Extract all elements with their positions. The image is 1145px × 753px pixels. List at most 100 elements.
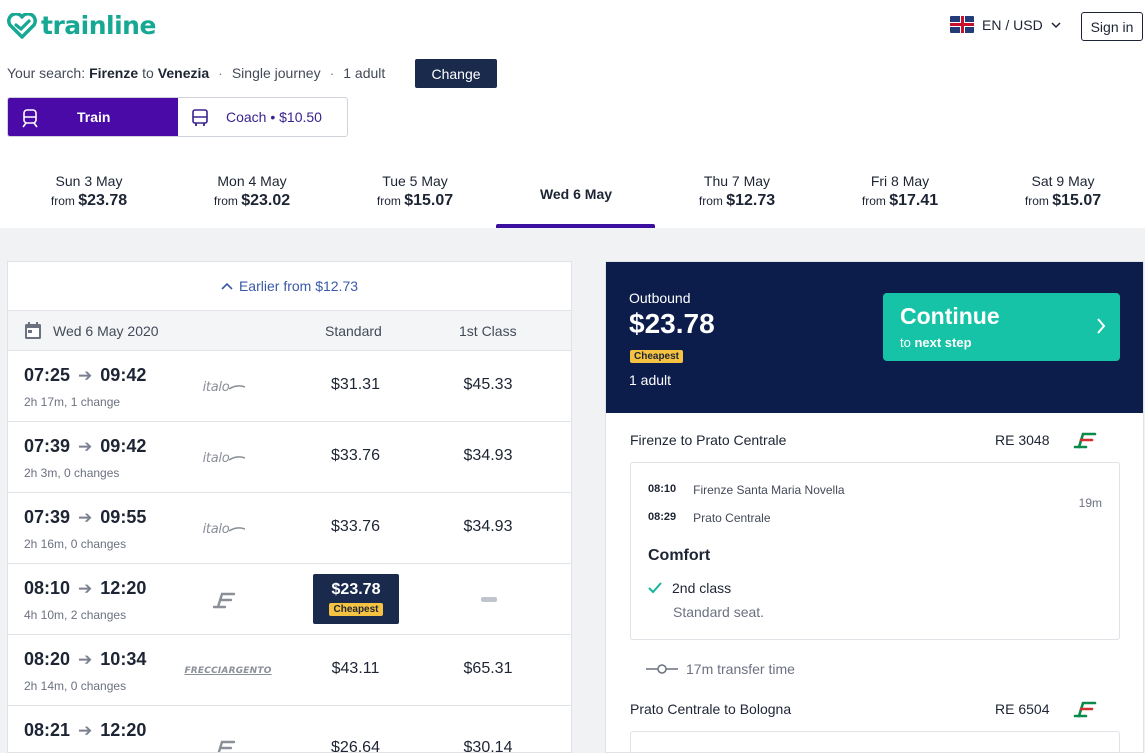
tab-coach[interactable]: Coach • $10.50 — [178, 98, 347, 136]
trainline-logo[interactable]: trainline — [7, 11, 156, 40]
journey-type: Single journey — [231, 65, 321, 81]
standard-fare[interactable]: $43.11 — [313, 660, 398, 678]
chevron-down-icon — [1051, 21, 1061, 28]
trenitalia-logo-icon — [1073, 701, 1097, 718]
cheapest-badge: Cheapest — [329, 603, 383, 616]
arrow-right-icon: ➔ — [78, 649, 93, 669]
continue-title: Continue — [900, 303, 1000, 329]
arrow-right-icon: ➔ — [78, 720, 93, 740]
date-label: Mon 4 May — [217, 173, 287, 189]
journey-times: 07:39 ➔ 09:42 — [24, 436, 147, 456]
journey-row[interactable]: 08:20 ➔ 10:34 2h 14m, 0 changes FRECCIARGE… — [8, 635, 571, 706]
search-to: to — [142, 65, 154, 81]
leg-title: Prato Centrale to Bologna — [630, 701, 792, 717]
date-price: from $15.07 — [1024, 192, 1102, 209]
date-tab-thu-7-may[interactable]: Thu 7 May from $12.73 — [657, 160, 817, 210]
journey-times: 07:39 ➔ 09:55 — [24, 507, 147, 527]
journey-row[interactable]: 07:25 ➔ 09:42 2h 17m, 1 change italo $31.3… — [8, 351, 571, 422]
calendar-icon — [25, 322, 41, 339]
standard-fare[interactable]: $33.76 — [313, 518, 398, 536]
journey-info: 2h 16m, 0 changes — [24, 537, 127, 551]
journey-info: 2h 3m, 0 changes — [24, 466, 120, 480]
train-icon — [22, 109, 38, 128]
train-code: RE 6504 — [995, 701, 1050, 717]
frecciargento-logo: FRECCIARGENTO — [184, 666, 272, 676]
journey-row[interactable]: 08:21 ➔ 12:20 $26.64 $30.14 — [8, 706, 571, 752]
date-price: from $23.78 — [50, 192, 128, 209]
selected-standard-fare[interactable]: $23.78 Cheapest — [313, 574, 399, 624]
fare-price: $23.78 — [331, 581, 381, 598]
date-label: Sun 3 May — [55, 173, 123, 189]
italo-logo: italo — [193, 378, 255, 396]
date-price: from $23.02 — [213, 192, 291, 209]
italo-logo: italo — [193, 449, 255, 467]
date-label: Fri 8 May — [870, 173, 930, 189]
date-label: Thu 7 May — [703, 173, 771, 189]
date-tab-mon-4-may[interactable]: Mon 4 May from $23.02 — [172, 160, 332, 210]
transport-mode-tabs: Train Coach • $10.50 — [7, 97, 348, 137]
results-date: Wed 6 May 2020 — [53, 322, 159, 339]
transfer-info: 17m transfer time — [646, 661, 795, 677]
earlier-trains-button[interactable]: Earlier from $12.73 — [8, 262, 571, 311]
journey-info: 4h 10m, 2 changes — [24, 608, 127, 622]
first-class-fare[interactable]: $65.31 — [448, 660, 528, 678]
journey-row[interactable]: 07:39 ➔ 09:42 2h 3m, 0 changes italo $33.7… — [8, 422, 571, 493]
train-code: RE 3048 — [995, 432, 1050, 448]
change-search-button[interactable]: Change — [415, 59, 497, 88]
journey-times: 08:10 ➔ 12:20 — [24, 578, 147, 598]
leg-details-card — [630, 731, 1120, 752]
cheapest-badge: Cheapest — [630, 346, 684, 364]
search-prefix: Your search: — [7, 65, 86, 81]
standard-fare[interactable]: $33.76 — [313, 447, 398, 465]
column-header-standard: Standard — [325, 322, 382, 339]
leg-title: Firenze to Prato Centrale — [630, 432, 787, 448]
journey-info: 2h 14m, 0 changes — [24, 679, 127, 693]
date-tab-fri-8-may[interactable]: Fri 8 May from $17.41 — [820, 160, 980, 210]
first-class-fare[interactable]: $34.93 — [448, 447, 528, 465]
first-class-fare[interactable]: $34.93 — [448, 518, 528, 536]
transfer-icon — [646, 664, 678, 674]
chevron-right-icon — [1097, 318, 1106, 334]
date-price: from $15.07 — [376, 192, 454, 209]
heart-logo-icon — [7, 12, 37, 39]
arrow-right-icon: ➔ — [78, 578, 93, 598]
search-origin: Firenze — [89, 65, 139, 81]
check-icon — [648, 582, 662, 594]
date-tab-tue-5-may[interactable]: Tue 5 May from $15.07 — [335, 160, 495, 210]
sign-in-button[interactable]: Sign in — [1081, 12, 1143, 41]
coach-icon — [192, 109, 208, 126]
departure-stop: 08:10 Firenze Santa Maria Novella — [648, 483, 845, 497]
locale-label: EN / USD — [982, 16, 1043, 33]
date-label: Wed 6 May — [539, 186, 613, 202]
date-price: from $12.73 — [698, 192, 776, 209]
search-summary: Your search: Firenze to Venezia · Single… — [7, 65, 385, 81]
date-tab-sat-9-may[interactable]: Sat 9 May from $15.07 — [983, 160, 1143, 210]
leg-details-card: 08:10 Firenze Santa Maria Novella 08:29 Pr… — [630, 462, 1120, 640]
arrow-right-icon: ➔ — [78, 365, 93, 385]
journey-row[interactable]: 07:39 ➔ 09:55 2h 16m, 0 changes italo $33.… — [8, 493, 571, 564]
journey-summary: Outbound $23.78 Cheapest 1 adult Continu… — [605, 261, 1144, 753]
first-class-fare[interactable]: $30.14 — [448, 739, 528, 752]
journey-info: 2h 17m, 1 change — [24, 395, 121, 409]
column-header-first-class: 1st Class — [459, 322, 517, 339]
locale-selector[interactable]: EN / USD — [950, 16, 1061, 33]
tab-train[interactable]: Train — [8, 98, 178, 136]
passenger-count: 1 adult — [343, 65, 386, 81]
arrow-right-icon: ➔ — [78, 507, 93, 527]
results-header: Wed 6 May 2020 Standard 1st Class — [8, 311, 571, 351]
arrival-stop: 08:29 Prato Centrale — [648, 511, 771, 525]
date-tab-wed-6-may[interactable]: Wed 6 May — [496, 160, 656, 202]
arrow-right-icon: ➔ — [78, 436, 93, 456]
results-list: Earlier from $12.73 Wed 6 May 2020 Stand… — [7, 261, 572, 753]
outbound-price: $23.78 — [629, 308, 715, 339]
first-class-fare[interactable]: $45.33 — [448, 376, 528, 394]
separator-dot: · — [218, 65, 223, 81]
standard-fare[interactable]: $26.64 — [313, 739, 398, 752]
journey-row[interactable]: 08:10 ➔ 12:20 4h 10m, 2 changes $23.78 Che… — [8, 564, 571, 635]
trenitalia-logo-icon — [193, 739, 255, 752]
date-tab-sun-3-may[interactable]: Sun 3 May from $23.78 — [9, 160, 169, 210]
search-destination: Venezia — [157, 65, 210, 81]
continue-subtitle: to next step — [900, 335, 972, 350]
standard-fare[interactable]: $31.31 — [313, 376, 398, 394]
continue-button[interactable]: Continue to next step — [883, 293, 1120, 361]
